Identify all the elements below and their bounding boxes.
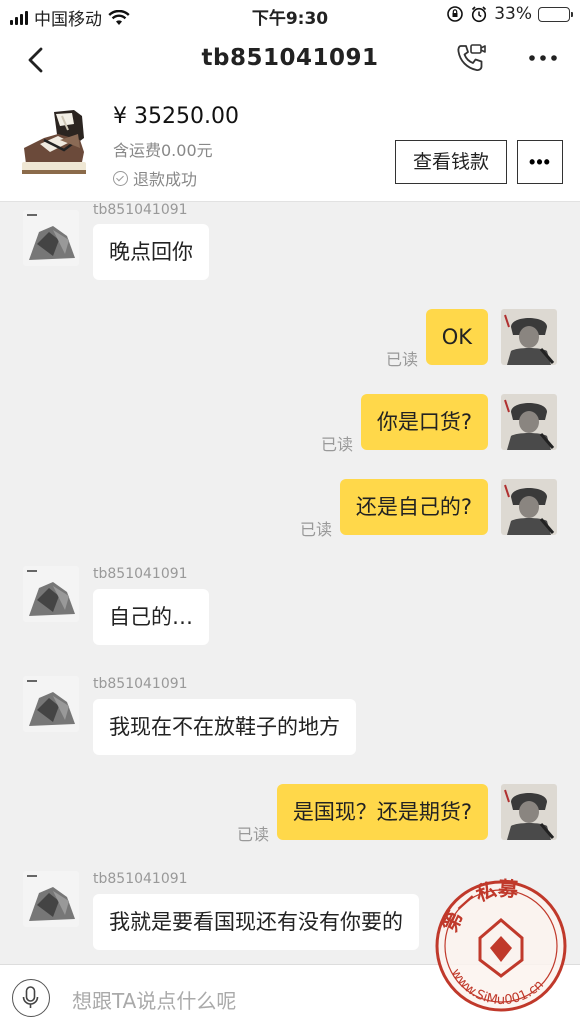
more-dots-icon[interactable]: [526, 48, 560, 68]
status-bar: 中国移动 下午9:30 33%: [0, 0, 580, 32]
contact-avatar[interactable]: [23, 210, 79, 266]
outgoing-message[interactable]: 还是自己的?: [339, 479, 488, 535]
sneaker-thumbnail: [14, 104, 98, 184]
incoming-message[interactable]: 我就是要看国现还有没有你要的: [93, 894, 419, 950]
message-input[interactable]: 想跟TA说点什么呢: [72, 985, 236, 1014]
refund-status: 退款成功: [113, 166, 197, 190]
outgoing-message[interactable]: OK: [425, 309, 488, 365]
sender-name: tb851041091: [93, 676, 188, 692]
video-call-icon[interactable]: [454, 42, 488, 76]
check-circle-icon: [113, 170, 128, 186]
status-right: 33%: [446, 4, 573, 24]
outgoing-message[interactable]: 是国现？还是期货?: [276, 784, 488, 840]
my-avatar[interactable]: [501, 479, 557, 535]
read-receipt: 已读: [237, 825, 270, 844]
contact-avatar[interactable]: [23, 566, 79, 622]
refund-status-label: 退款成功: [133, 170, 198, 189]
contact-avatar[interactable]: [23, 676, 79, 732]
my-avatar[interactable]: [501, 784, 557, 840]
incoming-message[interactable]: 我现在不在放鞋子的地方: [93, 699, 356, 755]
rotation-lock-icon: [447, 6, 464, 22]
sender-name: tb851041091: [93, 871, 188, 887]
battery-percent: 33%: [494, 4, 532, 24]
contact-avatar[interactable]: [23, 871, 79, 927]
my-avatar[interactable]: [501, 309, 557, 365]
incoming-message[interactable]: 自己的…: [93, 589, 209, 645]
order-shipping: 含运费0.00元: [113, 141, 213, 160]
order-more-button[interactable]: •••: [517, 140, 563, 184]
order-card[interactable]: ¥ 35250.00 含运费0.00元 退款成功 查看钱款 •••: [0, 88, 580, 202]
incoming-message[interactable]: 晚点回你: [93, 224, 209, 280]
chat-area: tb851041091 晚点回你 OK 已读 你是口货? 已读 还是自己的? 已读 tb8510…: [0, 202, 580, 964]
microphone-icon[interactable]: [12, 979, 50, 1017]
nav-bar: tb851041091: [0, 32, 580, 88]
view-money-button[interactable]: 查看钱款: [395, 140, 507, 184]
my-avatar[interactable]: [501, 394, 557, 450]
read-receipt: 已读: [386, 350, 419, 369]
chat-title: tb851041091: [201, 45, 379, 71]
watermark-seal: 第一私募 www.SiMu001.cn: [435, 876, 567, 1012]
sender-name: tb851041091: [93, 202, 188, 218]
read-receipt: 已读: [300, 520, 333, 539]
alarm-icon: [472, 6, 487, 23]
battery-icon: [538, 6, 573, 22]
outgoing-message[interactable]: 你是口货?: [360, 394, 488, 450]
sender-name: tb851041091: [93, 566, 188, 582]
order-price: ¥ 35250.00: [113, 104, 239, 129]
read-receipt: 已读: [321, 435, 354, 454]
